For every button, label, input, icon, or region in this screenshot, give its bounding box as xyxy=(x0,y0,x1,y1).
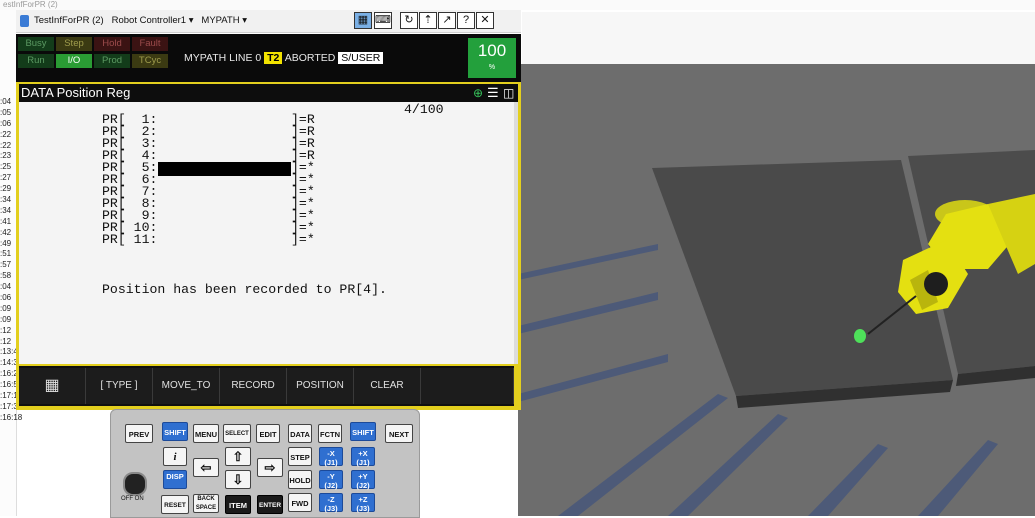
function-key-bar: ▦ [ TYPE ] MOVE_TO RECORD POSITION CLEAR xyxy=(19,366,514,406)
timestamp-item: :16:18 xyxy=(0,412,23,422)
fkey-record[interactable]: RECORD xyxy=(220,368,287,404)
backspace-key[interactable]: BACK SPACE xyxy=(193,494,219,513)
titlebar-text: TestInfForPR (2) Robot Controller1 ▾ MYP… xyxy=(34,10,247,32)
robot-cell-render xyxy=(518,64,1035,516)
reset-icon[interactable]: ↻ xyxy=(400,12,418,29)
register-label[interactable]: PR[ 11: xyxy=(102,233,157,246)
edit-key[interactable]: EDIT xyxy=(256,424,280,443)
step-key[interactable]: STEP xyxy=(288,447,312,466)
pendant-titlebar: TestInfForPR (2) Robot Controller1 ▾ MYP… xyxy=(16,10,521,33)
shift-key-left[interactable]: SHIFT xyxy=(162,422,188,441)
program-dropdown[interactable]: MYPATH ▾ xyxy=(201,15,247,26)
next-key[interactable]: NEXT xyxy=(385,424,413,443)
override-value: 100 xyxy=(477,41,507,60)
jog-plus-z-key[interactable]: +Z (J3) xyxy=(351,493,375,513)
jog-minus-y-key[interactable]: -Y (J2) xyxy=(319,470,343,490)
right-arrow-key[interactable]: ⇨ xyxy=(257,458,283,477)
pin-icon[interactable]: ⇡ xyxy=(419,12,437,29)
3d-viewport[interactable] xyxy=(518,64,1035,516)
viewer-toolbar xyxy=(522,12,1035,65)
left-arrow-key[interactable]: ⇦ xyxy=(193,458,219,477)
robot-link-icon[interactable]: ↗ xyxy=(438,12,456,29)
reset-key[interactable]: RESET xyxy=(161,495,189,514)
jog-plus-x-key[interactable]: +X (J1) xyxy=(351,447,375,467)
up-arrow-key[interactable]: ⇧ xyxy=(225,447,251,466)
close-icon[interactable]: ✕ xyxy=(476,12,494,29)
status-line: MYPATH LINE 0 T2 ABORTED S/USER xyxy=(184,52,384,64)
menu-key[interactable]: MENU xyxy=(193,424,219,443)
redacted-comment xyxy=(158,162,291,176)
enter-key[interactable]: ENTER xyxy=(257,495,283,514)
jog-minus-z-key[interactable]: -Z (J3) xyxy=(319,493,343,513)
fkey-grid[interactable]: ▦ xyxy=(19,368,86,404)
register-list: 4/100 PR[ 1:]=R PR[ 2:]=R PR[ 3:]=R PR[ 4:]… xyxy=(19,102,514,364)
window-caption: estInfForPR (2) xyxy=(0,0,1035,10)
teach-pendant-window: TestInfForPR (2) Robot Controller1 ▾ MYP… xyxy=(16,10,521,410)
status-message: Position has been recorded to PR[4]. xyxy=(102,282,387,297)
step-indicator: Step xyxy=(56,37,92,51)
fkey-empty[interactable] xyxy=(421,368,514,404)
app-icon xyxy=(20,15,29,27)
down-arrow-key[interactable]: ⇩ xyxy=(225,470,251,489)
enable-switch-label: OFF ON xyxy=(121,496,144,502)
info-key[interactable]: i xyxy=(163,447,187,466)
register-value[interactable]: ]=* xyxy=(291,233,315,246)
fkey-move-to[interactable]: MOVE_TO xyxy=(153,368,220,404)
run-state: ABORTED xyxy=(284,52,336,64)
mode-badge: T2 xyxy=(264,52,283,64)
hold-indicator: Hold xyxy=(94,37,130,51)
status-panel: Busy Step Hold Fault Run I/O Prod TCyc M… xyxy=(16,34,521,82)
screen-header: DATA Position Reg ⊕ ☰ ◫ xyxy=(19,84,518,102)
item-key[interactable]: ITEM xyxy=(225,495,251,514)
fctn-key[interactable]: FCTN xyxy=(318,424,342,443)
disp-key[interactable]: DISP xyxy=(163,470,187,489)
tcyc-indicator: TCyc xyxy=(132,54,168,68)
hold-key[interactable]: HOLD xyxy=(288,470,312,489)
keyboard-icon[interactable]: ⌨ xyxy=(374,12,392,29)
screen-frame: DATA Position Reg ⊕ ☰ ◫ 4/100 PR[ 1:]=R P… xyxy=(16,82,521,410)
controller-dropdown[interactable]: Robot Controller1 ▾ xyxy=(112,15,194,26)
help-icon[interactable]: ? xyxy=(457,12,475,29)
fwd-key[interactable]: FWD xyxy=(288,493,312,512)
busy-indicator: Busy xyxy=(18,37,54,51)
pendant-keypad: PREV SHIFT MENU SELECT EDIT DATA FCTN SH… xyxy=(110,409,420,518)
data-key[interactable]: DATA xyxy=(288,424,312,443)
caption-text: estInfForPR (2) xyxy=(3,0,58,9)
tab-label[interactable]: TestInfForPR (2) xyxy=(34,15,104,26)
fkey-clear[interactable]: CLEAR xyxy=(354,368,421,404)
user-frame-badge: S/USER xyxy=(338,52,384,64)
override-display: 100 % xyxy=(468,38,516,78)
run-indicator: Run xyxy=(18,54,54,68)
scrollbar[interactable] xyxy=(514,102,518,364)
layout-icon[interactable]: ◫ xyxy=(503,84,514,102)
enable-switch[interactable] xyxy=(123,472,147,496)
override-unit: % xyxy=(488,64,496,71)
screen-title: DATA Position Reg xyxy=(21,85,131,100)
prev-key[interactable]: PREV xyxy=(125,424,153,443)
jog-minus-x-key[interactable]: -X (J1) xyxy=(319,447,343,467)
menu-icon[interactable]: ☰ xyxy=(487,84,499,102)
fkey-position[interactable]: POSITION xyxy=(287,368,354,404)
keyboard-panel-icon[interactable]: ▦ xyxy=(354,12,372,29)
fault-indicator: Fault xyxy=(132,37,168,51)
prod-indicator: Prod xyxy=(94,54,130,68)
shift-key-right[interactable]: SHIFT xyxy=(350,422,376,441)
jog-plus-y-key[interactable]: +Y (J2) xyxy=(351,470,375,490)
position-counter: 4/100 xyxy=(404,102,444,117)
zoom-icon[interactable]: ⊕ xyxy=(473,84,483,102)
io-indicator: I/O xyxy=(56,54,92,68)
select-key[interactable]: SELECT xyxy=(223,424,251,443)
target-marker xyxy=(854,329,866,343)
fkey-type[interactable]: [ TYPE ] xyxy=(86,368,153,404)
grid-icon: ▦ xyxy=(44,377,60,394)
program-line: MYPATH LINE 0 xyxy=(184,52,262,64)
